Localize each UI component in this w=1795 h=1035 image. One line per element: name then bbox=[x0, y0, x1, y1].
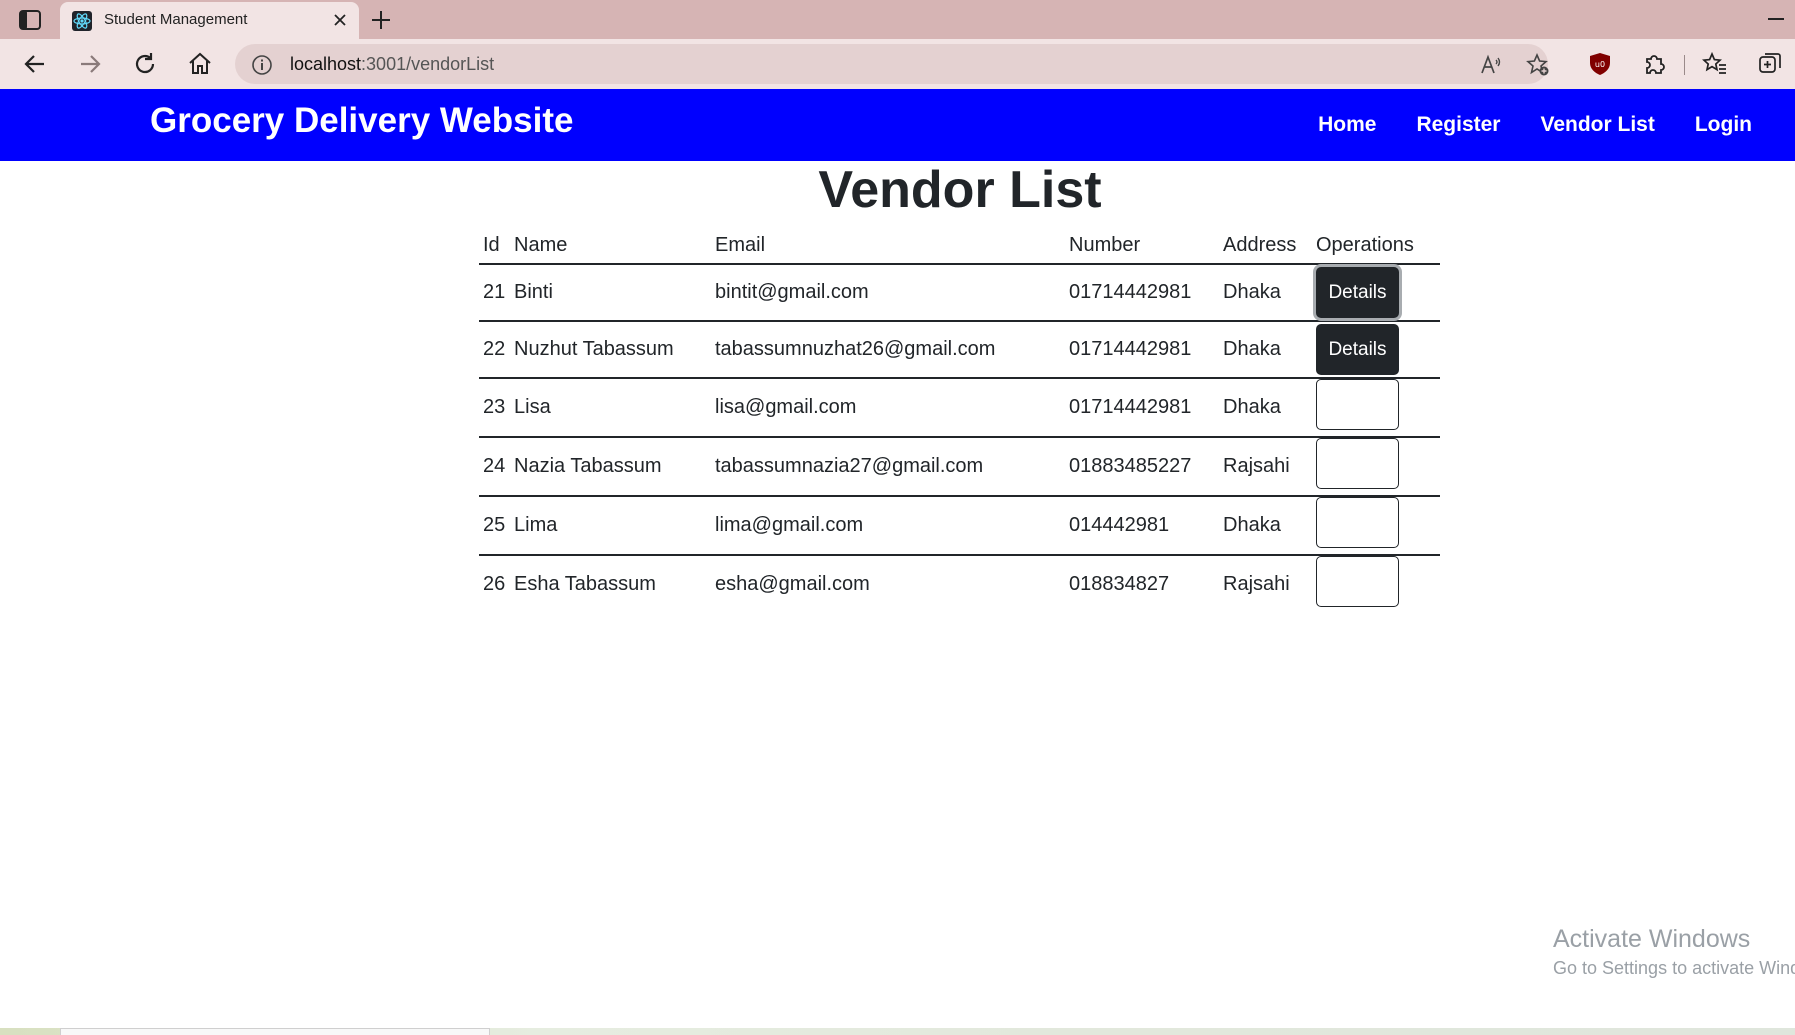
ublock-shield-icon[interactable]: u0 bbox=[1587, 51, 1613, 77]
read-aloud-icon[interactable] bbox=[1479, 53, 1503, 77]
cell-number: 018834827 bbox=[1069, 573, 1170, 595]
browser-tabstrip: Student Management bbox=[0, 0, 1795, 39]
home-icon[interactable] bbox=[187, 51, 213, 77]
details-button[interactable] bbox=[1316, 497, 1399, 548]
nav-link-login[interactable]: Login bbox=[1695, 113, 1752, 137]
cell-email: lima@gmail.com bbox=[711, 496, 1065, 556]
favorites-icon[interactable] bbox=[1702, 51, 1728, 77]
forward-arrow-icon[interactable] bbox=[77, 51, 103, 77]
cell-name: Nuzhut Tabassum bbox=[510, 321, 711, 379]
site-brand[interactable]: Grocery Delivery Website bbox=[150, 101, 573, 141]
url-path: :3001/vendorList bbox=[361, 54, 495, 74]
table-header-row: Id Name Email Number Address Operations bbox=[479, 228, 1440, 265]
cell-id: 21 bbox=[479, 264, 510, 322]
cell-email: esha@gmail.com bbox=[715, 573, 870, 595]
url-host: localhost bbox=[290, 54, 362, 74]
refresh-icon[interactable] bbox=[132, 51, 158, 77]
browser-tab-active[interactable]: Student Management bbox=[60, 2, 359, 39]
url-text[interactable]: localhost:3001/vendorList bbox=[290, 54, 494, 75]
vendor-table: Id Name Email Number Address Operations … bbox=[479, 228, 1440, 613]
taskbar-window-preview bbox=[60, 1028, 490, 1035]
cell-name: Lisa bbox=[510, 378, 711, 438]
cell-address: Dhaka bbox=[1219, 378, 1312, 438]
browser-toolbar: localhost:3001/vendorList u0 bbox=[0, 39, 1795, 89]
site-info-icon[interactable] bbox=[251, 54, 273, 76]
table-row: 23 Lisa lisa@gmail.com 01714442981 Dhaka bbox=[479, 378, 1440, 438]
details-button[interactable] bbox=[1316, 379, 1399, 430]
nav-links: Home Register Vendor List Login bbox=[1278, 113, 1752, 137]
cell-number: 01714442981 bbox=[1065, 378, 1219, 438]
back-arrow-icon[interactable] bbox=[22, 51, 48, 77]
column-header-operations: Operations bbox=[1312, 228, 1440, 265]
cell-id: 26 bbox=[483, 573, 506, 595]
svg-text:u0: u0 bbox=[1595, 60, 1605, 69]
site-navbar: Grocery Delivery Website Home Register V… bbox=[0, 89, 1795, 161]
cell-name: Binti bbox=[510, 264, 711, 322]
nav-link-vendor-list[interactable]: Vendor List bbox=[1540, 113, 1654, 137]
cell-address: Rajsahi bbox=[1219, 437, 1312, 497]
column-header-id: Id bbox=[479, 228, 510, 265]
cell-name: Lima bbox=[510, 496, 711, 556]
close-tab-icon[interactable] bbox=[331, 11, 349, 29]
cell-address: Dhaka bbox=[1219, 264, 1312, 322]
details-button[interactable] bbox=[1316, 556, 1399, 607]
table-row: 26 Esha Tabassum esha@gmail.com 01883482… bbox=[479, 555, 1440, 613]
column-header-address: Address bbox=[1219, 228, 1312, 265]
nav-link-home[interactable]: Home bbox=[1318, 113, 1376, 137]
page-title: Vendor List bbox=[818, 161, 1102, 219]
details-button[interactable] bbox=[1316, 438, 1399, 489]
column-header-email: Email bbox=[711, 228, 1065, 265]
react-favicon-icon bbox=[72, 11, 92, 31]
cell-email: bintit@gmail.com bbox=[711, 264, 1065, 322]
column-header-number: Number bbox=[1065, 228, 1219, 265]
cell-name: Nazia Tabassum bbox=[510, 437, 711, 497]
collections-icon[interactable] bbox=[1757, 51, 1783, 77]
table-row: 24 Nazia Tabassum tabassumnazia27@gmail.… bbox=[479, 437, 1440, 497]
cell-name: Esha Tabassum bbox=[514, 573, 656, 595]
table-row: 25 Lima lima@gmail.com 014442981 Dhaka bbox=[479, 496, 1440, 556]
details-button[interactable]: Details bbox=[1316, 324, 1399, 375]
nav-link-register[interactable]: Register bbox=[1416, 113, 1500, 137]
tab-actions-icon[interactable] bbox=[18, 9, 42, 31]
cell-operations: Details bbox=[1312, 264, 1440, 322]
toolbar-divider bbox=[1684, 55, 1685, 75]
cell-email: tabassumnazia27@gmail.com bbox=[711, 437, 1065, 497]
new-tab-icon[interactable] bbox=[370, 9, 392, 31]
table-row: 22 Nuzhut Tabassum tabassumnuzhat26@gmai… bbox=[479, 321, 1440, 379]
add-favorite-icon[interactable] bbox=[1526, 53, 1550, 77]
cell-email: lisa@gmail.com bbox=[711, 378, 1065, 438]
cell-operations bbox=[1312, 555, 1440, 613]
column-header-name: Name bbox=[510, 228, 711, 265]
cell-address: Dhaka bbox=[1219, 496, 1312, 556]
cell-operations bbox=[1312, 496, 1440, 556]
extensions-puzzle-icon[interactable] bbox=[1641, 51, 1667, 77]
details-button[interactable]: Details bbox=[1316, 267, 1399, 318]
cell-number: 01714442981 bbox=[1065, 321, 1219, 379]
minimize-window-icon[interactable] bbox=[1768, 18, 1784, 20]
browser-tab-title: Student Management bbox=[104, 11, 248, 28]
cell-email: tabassumnuzhat26@gmail.com bbox=[711, 321, 1065, 379]
cell-operations: Details bbox=[1312, 321, 1440, 379]
cell-operations bbox=[1312, 437, 1440, 497]
address-bar[interactable]: localhost:3001/vendorList bbox=[235, 44, 1550, 84]
cell-number: 014442981 bbox=[1065, 496, 1219, 556]
cell-address: Dhaka bbox=[1219, 321, 1312, 379]
cell-address: Rajsahi bbox=[1223, 573, 1290, 595]
cell-id: 25 bbox=[479, 496, 510, 556]
cell-id: 23 bbox=[479, 378, 510, 438]
cell-id: 22 bbox=[479, 321, 510, 379]
cell-operations bbox=[1312, 378, 1440, 438]
table-row: 21 Binti bintit@gmail.com 01714442981 Dh… bbox=[479, 264, 1440, 322]
activate-windows-subtitle: Go to Settings to activate Windows. bbox=[1553, 958, 1795, 978]
cell-id: 24 bbox=[479, 437, 510, 497]
cell-number: 01883485227 bbox=[1065, 437, 1219, 497]
activate-windows-title: Activate Windows bbox=[1553, 925, 1751, 953]
cell-number: 01714442981 bbox=[1065, 264, 1219, 322]
